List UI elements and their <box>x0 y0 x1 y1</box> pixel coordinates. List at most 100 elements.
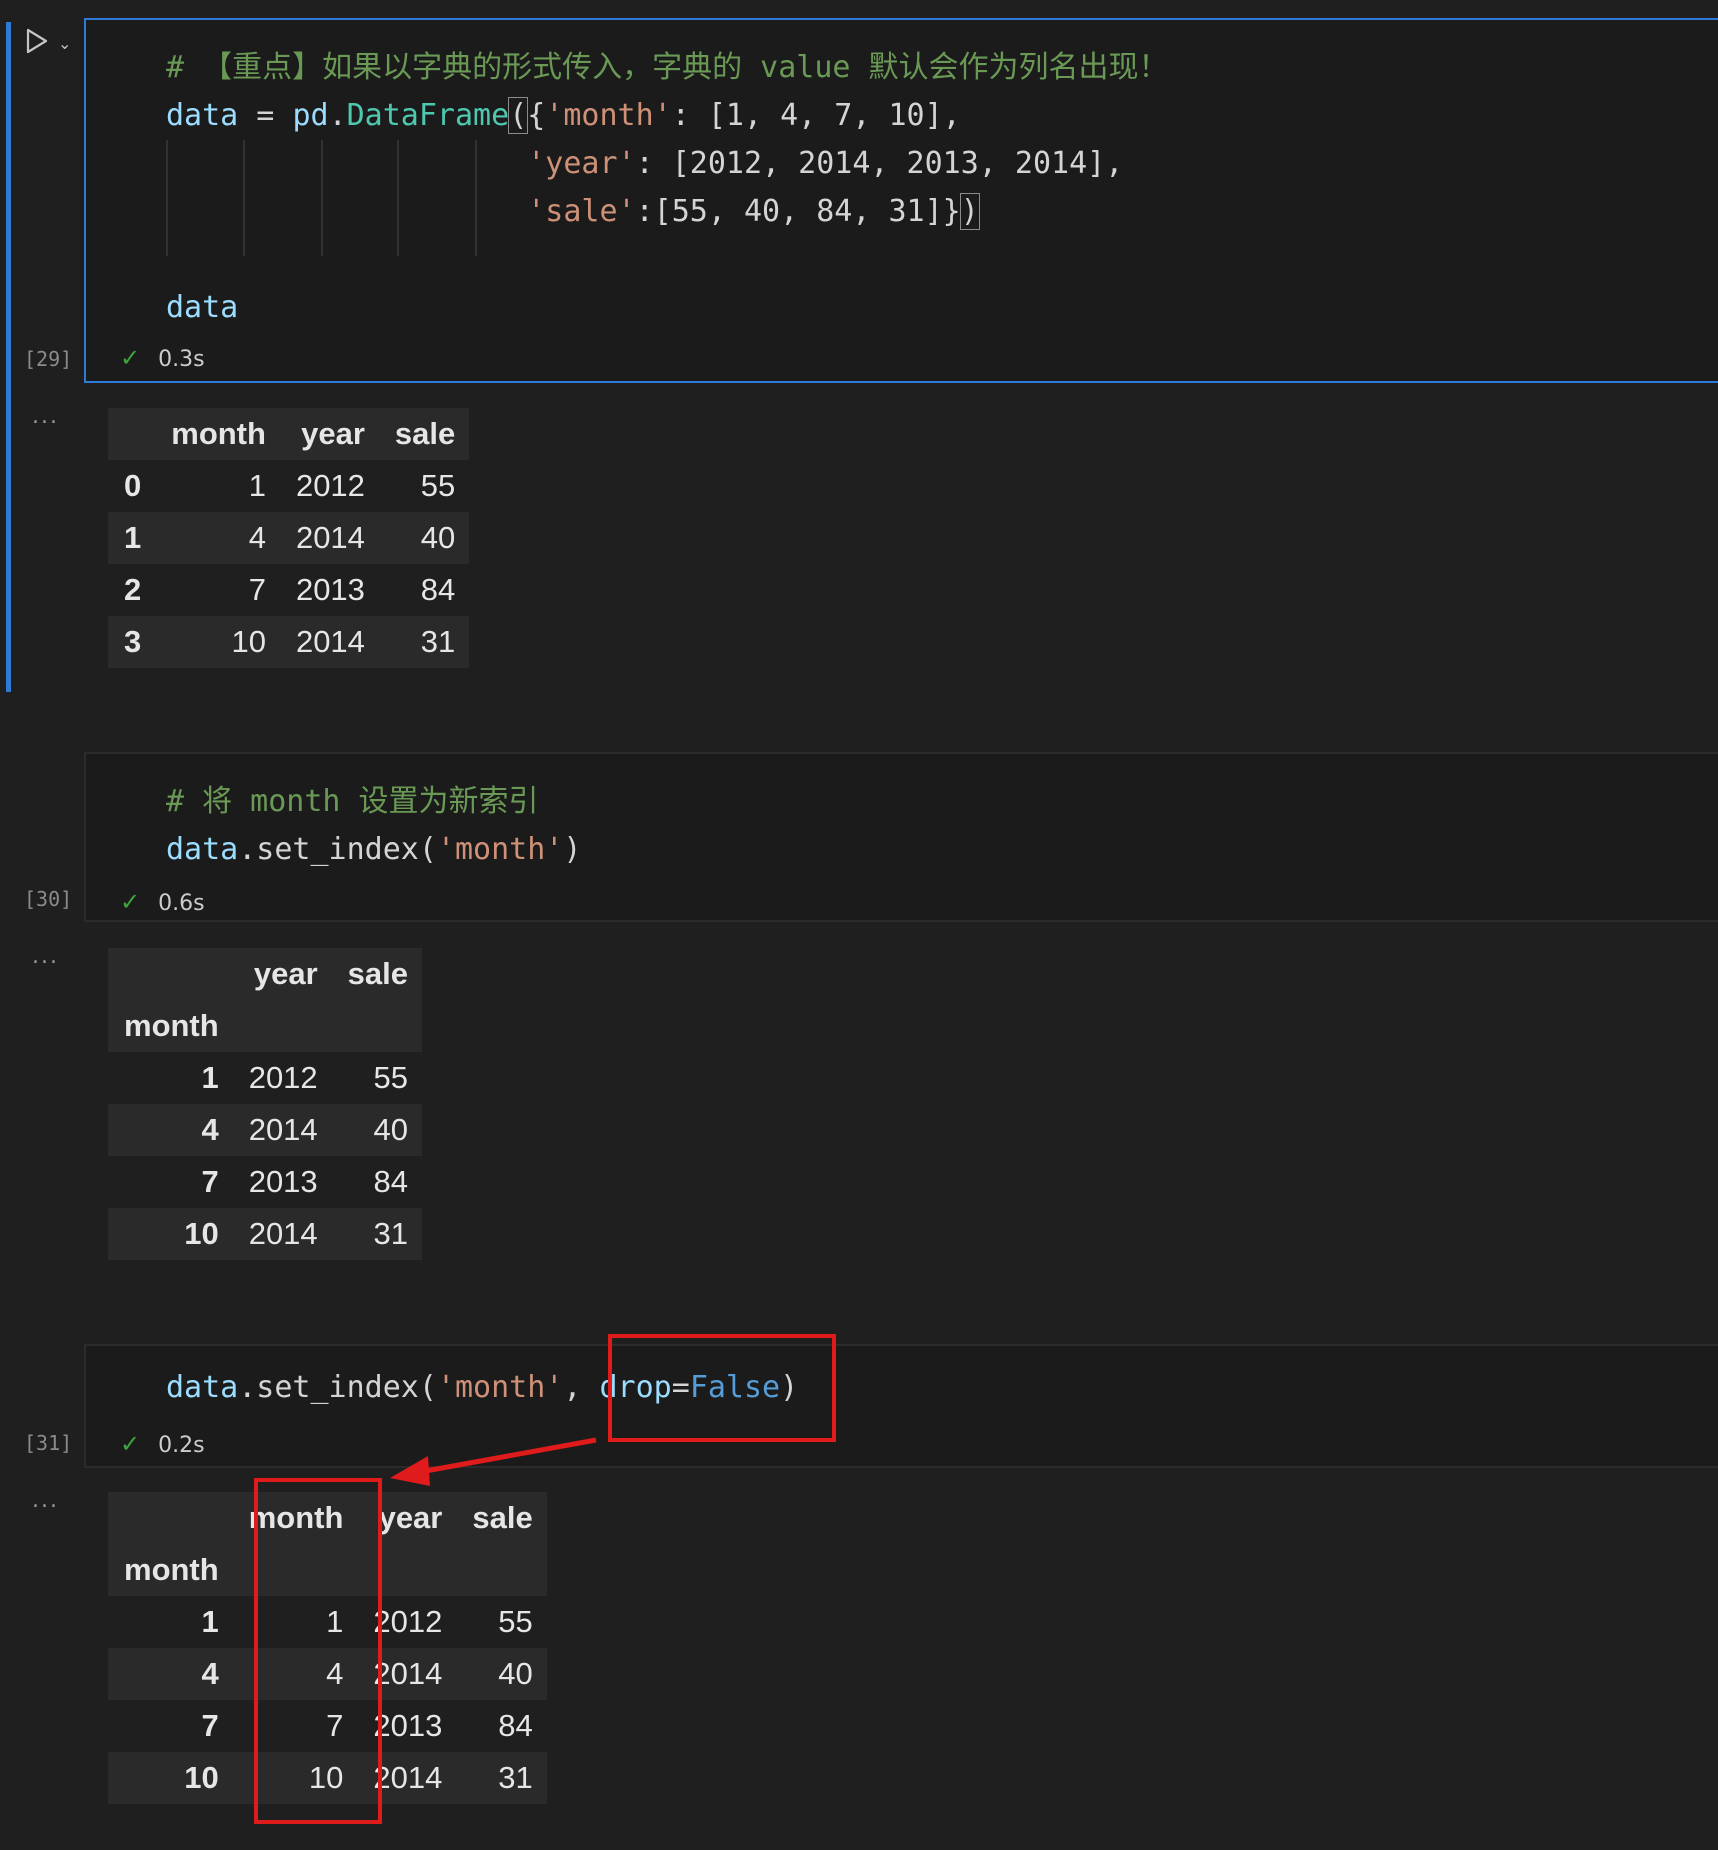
code-token: data <box>166 98 239 133</box>
indent-guides <box>166 140 477 256</box>
code-comment: # 将 month 设置为新索引 <box>166 784 539 819</box>
table-row: 3 10 2014 31 <box>108 616 470 668</box>
code-token: data <box>166 1370 239 1405</box>
table-cell: 55 <box>373 1060 409 1095</box>
row-index: 10 <box>184 1216 219 1251</box>
column-header <box>233 1000 332 1052</box>
execution-status: ✓ 0.6s <box>120 888 205 916</box>
table-cell: 1 <box>248 468 266 503</box>
table-row: 0 1 2012 55 <box>108 460 470 512</box>
row-index: 4 <box>201 1656 219 1691</box>
execution-duration: 0.2s <box>158 1433 205 1458</box>
output-menu-icon[interactable]: ... <box>32 944 59 969</box>
table-row: 1 2012 55 <box>108 1052 423 1104</box>
row-index: 1 <box>201 1060 219 1095</box>
execution-count: [30] <box>24 887 73 911</box>
index-name: month <box>124 1008 219 1043</box>
table-cell: 7 <box>248 572 266 607</box>
column-header: year <box>253 956 318 991</box>
success-check-icon: ✓ <box>120 888 141 916</box>
row-index: 3 <box>124 624 142 659</box>
code-token: . <box>328 98 347 133</box>
row-index: 10 <box>184 1760 219 1795</box>
code-cell-29[interactable]: # 【重点】如果以字典的形式传入，字典的 value 默认会作为列名出现！ da… <box>84 18 1718 383</box>
table-cell: 55 <box>498 1604 533 1639</box>
column-header <box>108 1492 233 1544</box>
row-index: 4 <box>201 1112 219 1147</box>
table-cell: 40 <box>420 520 456 555</box>
table-header-row: month year sale <box>108 408 470 460</box>
execution-duration: 0.6s <box>158 891 205 916</box>
index-name-row: month <box>108 1000 423 1052</box>
code-token: , <box>563 1370 600 1405</box>
execution-count: [29] <box>24 347 73 371</box>
table-cell: 31 <box>498 1760 533 1795</box>
column-header: sale <box>394 416 456 451</box>
execution-status: ✓ 0.2s <box>120 1430 205 1458</box>
run-cell-icon[interactable] <box>22 26 52 56</box>
table-cell: 2014 <box>295 520 365 555</box>
code-token: .set_index( <box>238 1370 437 1405</box>
table-cell: 2014 <box>295 624 365 659</box>
notebook-editor: ⌄ # 【重点】如果以字典的形式传入，字典的 value 默认会作为列名出现！ … <box>0 0 1718 1850</box>
execution-duration: 0.3s <box>158 347 205 372</box>
column-header <box>108 948 233 1000</box>
table-cell: 40 <box>373 1112 409 1147</box>
table-row: 10 2014 31 <box>108 1208 423 1260</box>
row-index: 1 <box>124 520 142 555</box>
execution-count: [31] <box>24 1431 73 1455</box>
matched-bracket: ) <box>959 193 980 230</box>
table-cell: 84 <box>373 1164 409 1199</box>
code-token: data <box>166 832 239 867</box>
column-header: sale <box>472 1500 533 1535</box>
table-cell: 84 <box>498 1708 533 1743</box>
table-row: 7 2013 84 <box>108 1156 423 1208</box>
index-name: month <box>124 1552 219 1587</box>
success-check-icon: ✓ <box>120 1430 141 1458</box>
column-header: sale <box>347 956 409 991</box>
code-cell-31[interactable]: data.set_index('month', drop=False) ✓ 0.2… <box>84 1344 1718 1468</box>
code-token: DataFrame <box>346 98 510 133</box>
table-cell: 84 <box>420 572 456 607</box>
code-token: pd <box>292 98 329 133</box>
table-cell: 2013 <box>295 572 365 607</box>
output-menu-icon[interactable]: ... <box>32 404 59 429</box>
code-token: :[55, 40, 84, 31]} <box>635 194 961 229</box>
table-cell: 2013 <box>248 1164 318 1199</box>
cell-focus-indicator <box>6 22 11 692</box>
table-row: 4 2014 40 <box>108 1104 423 1156</box>
run-options-chevron-icon[interactable]: ⌄ <box>58 34 71 53</box>
drop-false-highlight <box>608 1334 836 1442</box>
table-cell: 31 <box>373 1216 409 1251</box>
code-token: 'month' <box>436 832 564 867</box>
success-check-icon: ✓ <box>120 344 141 372</box>
column-header <box>108 408 155 460</box>
column-header <box>456 1544 546 1596</box>
month-column-highlight <box>254 1478 382 1824</box>
code-editor[interactable]: # 将 month 设置为新索引 data.set_index('month') <box>166 778 1718 874</box>
code-token: 'month' <box>436 1370 564 1405</box>
row-index: 2 <box>124 572 142 607</box>
column-header <box>332 1000 422 1052</box>
code-token: : [1, 4, 7, 10], <box>671 98 961 133</box>
row-index: 1 <box>201 1604 219 1639</box>
code-token: { <box>527 98 546 133</box>
table-cell: 4 <box>248 520 266 555</box>
table-row: 1 4 2014 40 <box>108 512 470 564</box>
code-cell-30[interactable]: # 将 month 设置为新索引 data.set_index('month')… <box>84 752 1718 922</box>
dataframe-output: month year sale 0 1 2012 55 1 4 2014 40 … <box>108 408 470 668</box>
table-cell: 2012 <box>248 1060 318 1095</box>
table-row: 2 7 2013 84 <box>108 564 470 616</box>
code-token: 'month' <box>545 98 672 133</box>
table-cell: 10 <box>231 624 266 659</box>
dataframe-output: year sale month 1 2012 55 4 2014 40 7 20… <box>108 948 423 1260</box>
output-menu-icon[interactable]: ... <box>32 1488 59 1513</box>
row-index: 0 <box>124 468 142 503</box>
code-comment: # 【重点】如果以字典的形式传入，字典的 value 默认会作为列名出现！ <box>166 50 1169 85</box>
table-cell: 40 <box>498 1656 533 1691</box>
table-cell: 2014 <box>248 1216 318 1251</box>
code-token: .set_index( <box>238 832 437 867</box>
code-editor[interactable]: data.set_index('month', drop=False) <box>166 1364 1718 1412</box>
row-index: 7 <box>201 1708 219 1743</box>
column-header: year <box>301 416 365 451</box>
